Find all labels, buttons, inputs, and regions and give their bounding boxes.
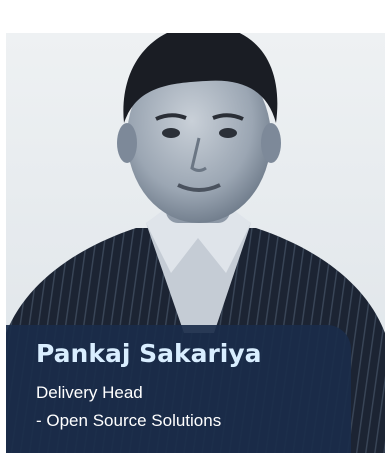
person-name: Pankaj Sakariya <box>36 339 262 368</box>
name-caption: Pankaj Sakariya Delivery Head - Open Sou… <box>6 325 351 453</box>
job-title-line-1: Delivery Head <box>36 383 143 402</box>
profile-card: Pankaj Sakariya Delivery Head - Open Sou… <box>6 33 385 453</box>
job-title-line-2: - Open Source Solutions <box>36 411 222 430</box>
